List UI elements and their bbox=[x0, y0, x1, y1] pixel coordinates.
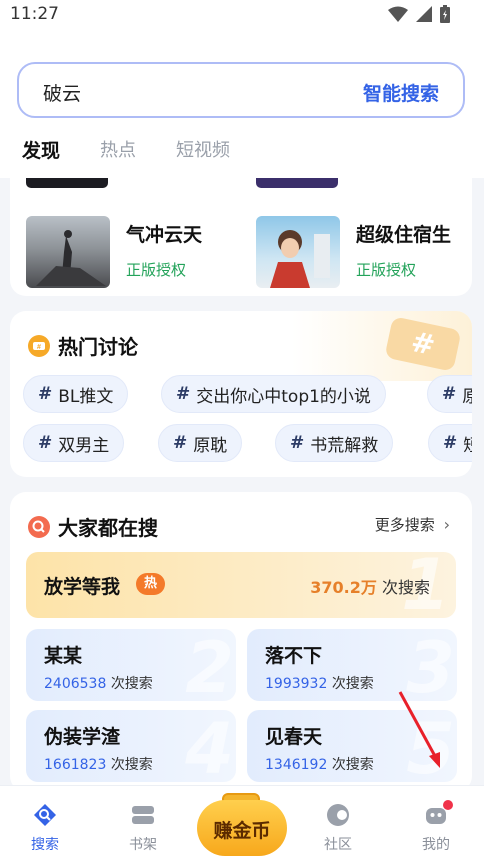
count-unit: 次搜索 bbox=[331, 676, 374, 692]
count-unit: 次搜索 bbox=[381, 578, 430, 597]
topic-chip[interactable]: # 交出你心中top1的小说 bbox=[161, 375, 386, 413]
tab-bookshelf[interactable]: 书架 bbox=[113, 802, 173, 854]
hot-discussions-card: # # 热门讨论 # BL推文 # 交出你心中top1的小说 # 原 # 双男主 # 原耽… bbox=[10, 311, 472, 477]
book-title[interactable]: 超级住宿生 bbox=[356, 220, 451, 247]
chip-label: 原 bbox=[462, 386, 472, 407]
book-title[interactable]: 气冲云天 bbox=[126, 220, 202, 247]
search-count: 370.2万 次搜索 bbox=[310, 574, 430, 598]
topic-chip[interactable]: # 双男主 bbox=[23, 424, 125, 462]
status-bar: 11:27 bbox=[0, 0, 484, 28]
count-value: 370.2万 bbox=[310, 578, 377, 597]
count-value: 1993932 bbox=[265, 676, 328, 692]
book-cover[interactable] bbox=[256, 216, 340, 288]
rank-number: 2 bbox=[185, 629, 234, 701]
previous-cover-stub bbox=[256, 178, 338, 188]
trending-name: 落不下 bbox=[265, 645, 323, 667]
tab-label: 书架 bbox=[129, 837, 157, 853]
search-count: 1346192 次搜索 bbox=[265, 754, 374, 774]
chip-label: BL推文 bbox=[58, 386, 114, 407]
trending-name: 某某 bbox=[44, 645, 83, 667]
trending-item[interactable]: 2 某某 2406538 次搜索 bbox=[26, 629, 236, 701]
trending-item[interactable]: 4 伪装学渣 1661823 次搜索 bbox=[26, 710, 236, 782]
tab-search[interactable]: 搜索 bbox=[15, 802, 75, 854]
count-value: 2406538 bbox=[44, 676, 107, 692]
search-count: 1993932 次搜索 bbox=[265, 673, 374, 693]
card-header: # 热门讨论 bbox=[28, 331, 138, 360]
earn-coins-button[interactable]: 赚金币 bbox=[197, 800, 287, 856]
bookshelf-icon bbox=[132, 806, 154, 824]
license-tag: 正版授权 bbox=[356, 261, 417, 279]
card-header: 大家都在搜 bbox=[28, 512, 158, 541]
tab-label: 社区 bbox=[324, 837, 352, 853]
topic-chip[interactable]: # 原耽 bbox=[158, 424, 243, 462]
annotation-arrow bbox=[398, 691, 440, 768]
tab-label: 搜索 bbox=[31, 837, 59, 853]
chip-label: 短 bbox=[463, 435, 472, 456]
book-item[interactable]: 超级住宿生 正版授权 bbox=[256, 216, 451, 288]
more-label: 更多搜索 bbox=[374, 516, 435, 534]
search-header: 破云 智能搜索 发现 热点 短视频 bbox=[0, 28, 484, 178]
more-searches-link[interactable]: 更多搜索 › bbox=[375, 514, 450, 535]
chip-label: 交出你心中top1的小说 bbox=[196, 386, 371, 407]
discussion-icon: # bbox=[28, 334, 50, 357]
chevron-right-icon: › bbox=[443, 515, 450, 534]
count-unit: 次搜索 bbox=[110, 676, 153, 692]
hot-badge: 热 bbox=[136, 573, 166, 595]
tab-mine[interactable]: 我的 bbox=[406, 802, 466, 854]
count-unit: 次搜索 bbox=[331, 757, 374, 773]
chip-label: 书荒解救 bbox=[310, 435, 379, 456]
topic-chip[interactable]: # BL推文 bbox=[23, 375, 129, 413]
rank-number: 4 bbox=[185, 710, 234, 782]
search-input[interactable]: 破云 智能搜索 bbox=[17, 62, 465, 118]
search-count: 2406538 次搜索 bbox=[44, 673, 153, 693]
smart-search-button[interactable]: 智能搜索 bbox=[363, 79, 439, 106]
trending-name: 伪装学渣 bbox=[44, 726, 121, 748]
topic-chip[interactable]: # 短 bbox=[428, 424, 472, 462]
book-item[interactable]: 气冲云天 正版授权 bbox=[26, 216, 202, 288]
search-tab-icon bbox=[34, 804, 56, 826]
previous-cover-stub bbox=[26, 178, 108, 188]
search-count: 1661823 次搜索 bbox=[44, 754, 153, 774]
community-icon bbox=[327, 804, 349, 826]
book-cover[interactable] bbox=[26, 216, 110, 288]
topic-chip[interactable]: # 书荒解救 bbox=[275, 424, 394, 462]
tab-community[interactable]: 社区 bbox=[308, 802, 368, 854]
tab-discover[interactable]: 发现 bbox=[22, 136, 61, 166]
search-trend-icon bbox=[28, 515, 50, 538]
chip-label: 双男主 bbox=[58, 435, 110, 456]
count-value: 1661823 bbox=[44, 757, 107, 773]
count-unit: 次搜索 bbox=[110, 757, 153, 773]
license-tag: 正版授权 bbox=[126, 261, 187, 279]
signal-icon bbox=[416, 6, 432, 22]
card-title: 热门讨论 bbox=[58, 335, 138, 359]
count-value: 1346192 bbox=[265, 757, 328, 773]
search-query[interactable]: 破云 bbox=[43, 79, 81, 106]
chip-label: 原耽 bbox=[193, 435, 228, 456]
status-icons bbox=[388, 5, 450, 23]
book-recommendations: 气冲云天 正版授权 超级住宿生 正版授权 bbox=[10, 178, 472, 296]
svg-text:#: # bbox=[37, 344, 41, 351]
battery-icon bbox=[440, 5, 450, 23]
trending-name: 见春天 bbox=[265, 726, 323, 748]
status-time: 11:27 bbox=[10, 4, 59, 24]
trending-item-top[interactable]: 1 放学等我 热 370.2万 次搜索 bbox=[26, 550, 456, 620]
tab-hot[interactable]: 热点 bbox=[100, 136, 136, 163]
trending-name: 放学等我 bbox=[44, 576, 121, 598]
card-title: 大家都在搜 bbox=[58, 516, 158, 540]
wifi-icon bbox=[388, 6, 408, 22]
tab-short-video[interactable]: 短视频 bbox=[176, 136, 230, 163]
topic-chip[interactable]: # 原 bbox=[427, 375, 472, 413]
notification-dot bbox=[443, 800, 453, 810]
tab-label: 我的 bbox=[422, 837, 450, 853]
discovery-tabs: 发现 热点 短视频 bbox=[22, 136, 270, 166]
